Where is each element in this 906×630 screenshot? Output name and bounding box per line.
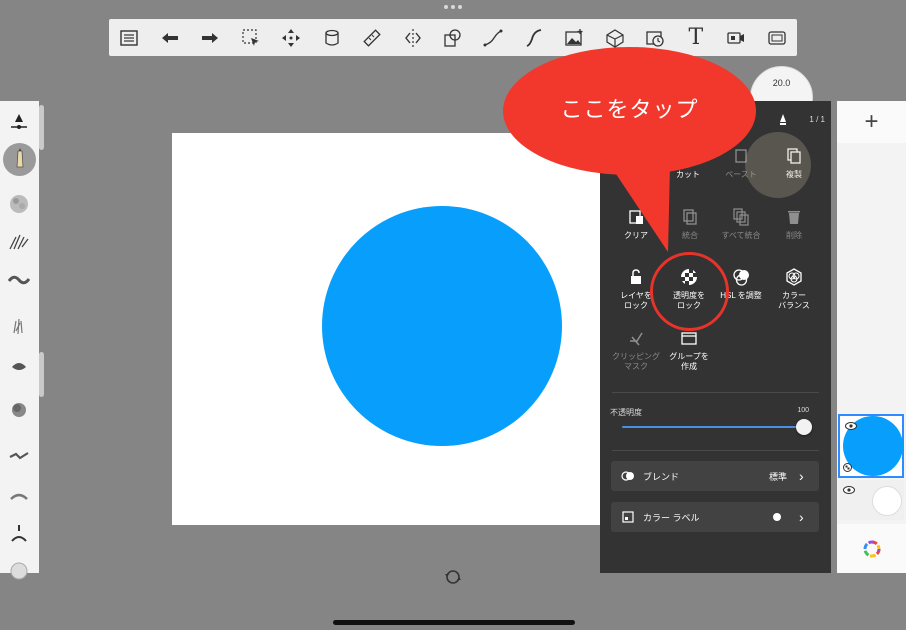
home-indicator[interactable] [333, 620, 575, 625]
layer-thumbnail-background[interactable] [838, 480, 904, 520]
color-wheel-icon [863, 540, 880, 557]
window-grabber[interactable] [444, 5, 462, 11]
clipping-mask-button[interactable]: クリッピング マスク [608, 329, 664, 372]
color-label-row[interactable]: カラー ラベル › [611, 502, 819, 532]
opacity-value: 100 [797, 407, 809, 414]
color-label-icon [622, 511, 634, 523]
layer-count: 1 / 1 [809, 115, 825, 124]
selected-brush-icon[interactable] [3, 143, 36, 176]
brush-texture-3-icon[interactable] [4, 264, 34, 294]
clear-label: クリア [624, 231, 648, 240]
visibility-eye-icon[interactable] [845, 422, 857, 430]
brush-texture-10-icon[interactable] [4, 553, 34, 583]
color-balance-icon [786, 268, 802, 286]
brush-texture-8-icon[interactable] [4, 481, 34, 511]
merge-all-icon [733, 208, 749, 226]
brush-texture-4-icon[interactable] [4, 311, 34, 341]
symmetry-icon[interactable] [392, 19, 432, 56]
group-folder-icon [681, 332, 697, 345]
chevron-right-icon: › [799, 509, 804, 525]
faint-touch-indicator [745, 132, 811, 198]
top-toolbar: T [109, 19, 797, 56]
blend-divider [612, 450, 819, 451]
transform-move-icon[interactable] [271, 19, 311, 56]
layer-thumbnail-selected[interactable] [838, 414, 904, 478]
color-balance-button[interactable]: カラー バランス [766, 268, 822, 311]
delete-label: 削除 [786, 231, 802, 240]
rotate-canvas-icon[interactable] [444, 568, 462, 586]
highlight-ring [650, 252, 729, 331]
brush-texture-9-icon[interactable] [4, 519, 34, 549]
brush-texture-7-icon[interactable] [4, 439, 34, 469]
merge-button[interactable]: 統合 [662, 208, 718, 241]
color-balance-label: カラー バランス [778, 291, 810, 310]
french-curve-icon[interactable] [514, 19, 554, 56]
brush-settings-icon[interactable] [4, 107, 34, 137]
visibility-eye-icon[interactable] [843, 486, 855, 494]
blend-label: ブレンド [643, 471, 680, 482]
blend-mode-row[interactable]: ブレンド 標準 › [611, 461, 819, 491]
color-picker-button[interactable] [837, 524, 906, 573]
video-record-icon[interactable] [716, 19, 756, 56]
opacity-label: 不透明度 [610, 408, 642, 417]
clipping-mask-label: クリッピング マスク [612, 352, 660, 371]
transparency-lock-badge-icon [843, 463, 852, 472]
blue-circle-shape [322, 206, 562, 446]
selection-icon[interactable] [230, 19, 270, 56]
text-icon[interactable]: T [676, 19, 716, 56]
ruler-icon[interactable] [352, 19, 392, 56]
merge-all-label: すべて統合 [721, 231, 761, 240]
shape-icon[interactable] [433, 19, 473, 56]
add-layer-button[interactable]: + [837, 101, 906, 143]
redo-icon[interactable] [190, 19, 230, 56]
merge-icon [683, 209, 697, 225]
brush-texture-5-icon[interactable] [4, 351, 34, 381]
hsl-icon [733, 269, 749, 286]
clipping-mask-icon [630, 332, 643, 346]
opacity-slider-thumb[interactable] [796, 419, 812, 435]
fullscreen-icon[interactable] [757, 19, 797, 56]
opacity-divider [612, 392, 819, 393]
color-label-label: カラー ラベル [643, 512, 700, 523]
fill-bucket-icon[interactable] [311, 19, 351, 56]
create-group-button[interactable]: グループを 作成 [661, 329, 717, 372]
brush-texture-1-icon[interactable] [4, 189, 34, 219]
create-group-label: グループを 作成 [669, 352, 709, 371]
blend-icon [621, 471, 634, 481]
clear-icon [629, 210, 643, 224]
curve-icon[interactable] [473, 19, 513, 56]
pen-icon [780, 114, 786, 125]
layers-list-icon[interactable] [109, 19, 149, 56]
add-layer-label: + [864, 108, 879, 135]
callout-text: ここをタップ [560, 98, 699, 123]
opacity-slider-track[interactable] [622, 426, 807, 428]
brush-panel-handle-lower[interactable] [39, 352, 44, 397]
brush-panel-handle[interactable] [39, 105, 44, 150]
chevron-right-icon: › [799, 468, 804, 484]
undo-icon[interactable] [149, 19, 189, 56]
brush-palette [0, 101, 39, 580]
color-label-dot [773, 513, 781, 521]
layer-thumb-paper [872, 486, 902, 516]
brush-texture-2-icon[interactable] [4, 227, 34, 257]
delete-button[interactable]: 削除 [766, 208, 822, 241]
merge-label: 統合 [682, 231, 698, 240]
merge-all-button[interactable]: すべて統合 [713, 208, 769, 241]
trash-icon [788, 211, 800, 224]
brush-size-value: 20.0 [772, 78, 791, 88]
clear-button[interactable]: クリア [608, 208, 664, 241]
blend-value: 標準 [768, 471, 787, 482]
unlock-icon [631, 269, 641, 284]
brush-texture-6-icon[interactable] [4, 395, 34, 425]
